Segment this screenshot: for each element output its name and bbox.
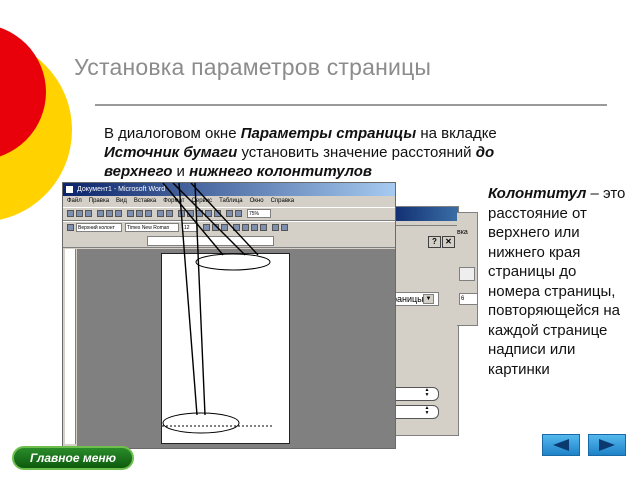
definition-body: – это расстояние от верхнего или нижнего… xyxy=(488,185,626,378)
instr-part: и xyxy=(172,163,190,180)
chevron-down-icon[interactable]: ▼ xyxy=(423,294,434,304)
instr-bold-paper-source: Источник бумаги xyxy=(104,144,238,161)
main-menu-button[interactable]: Главное меню xyxy=(12,446,134,470)
definition-term: Колонтитул xyxy=(488,185,587,202)
spin-arrows-icon[interactable]: ▲ ▼ xyxy=(423,388,431,398)
instr-part: В диалоговом окне xyxy=(104,125,241,142)
footer-highlight-ellipse xyxy=(162,412,240,434)
instr-part: на вкладке xyxy=(416,125,497,142)
help-icon[interactable]: ? xyxy=(428,236,441,248)
title-divider xyxy=(95,104,607,106)
arrow-left-icon xyxy=(553,439,569,451)
slide-title: Установка параметров страницы xyxy=(74,54,432,80)
spin-arrows-icon[interactable]: ▲ ▼ xyxy=(423,406,431,416)
pointer-line xyxy=(162,183,224,256)
arrow-right-icon xyxy=(599,439,615,451)
dialog-right-panel: вка 6 xyxy=(457,212,478,326)
toolbar-icon[interactable] xyxy=(459,267,475,281)
prev-slide-button[interactable] xyxy=(542,434,580,456)
instr-bold-page-params: Параметры страницы xyxy=(240,125,417,142)
next-slide-button[interactable] xyxy=(588,434,626,456)
pointer-line xyxy=(194,183,206,416)
spin-value[interactable]: 6 xyxy=(459,293,478,305)
instr-part: установить значение расстояний xyxy=(237,144,476,161)
annotation-overlay xyxy=(162,183,273,434)
pointer-line xyxy=(190,183,259,256)
close-icon[interactable]: ✕ xyxy=(442,236,455,248)
pointer-line xyxy=(178,183,198,416)
header-highlight-ellipse xyxy=(195,253,271,271)
word-window: Документ1 - Microsoft Word Файл Правка Вид… xyxy=(62,182,396,449)
instruction-text: В диалоговом окне Параметры страницы на … xyxy=(104,124,534,181)
definition-text: Колонтитул – это расстояние от верхнего … xyxy=(488,184,628,379)
dialog-tab-label[interactable]: вка xyxy=(457,229,477,241)
instr-bold-headers: нижнего колонтитулов xyxy=(189,163,372,180)
